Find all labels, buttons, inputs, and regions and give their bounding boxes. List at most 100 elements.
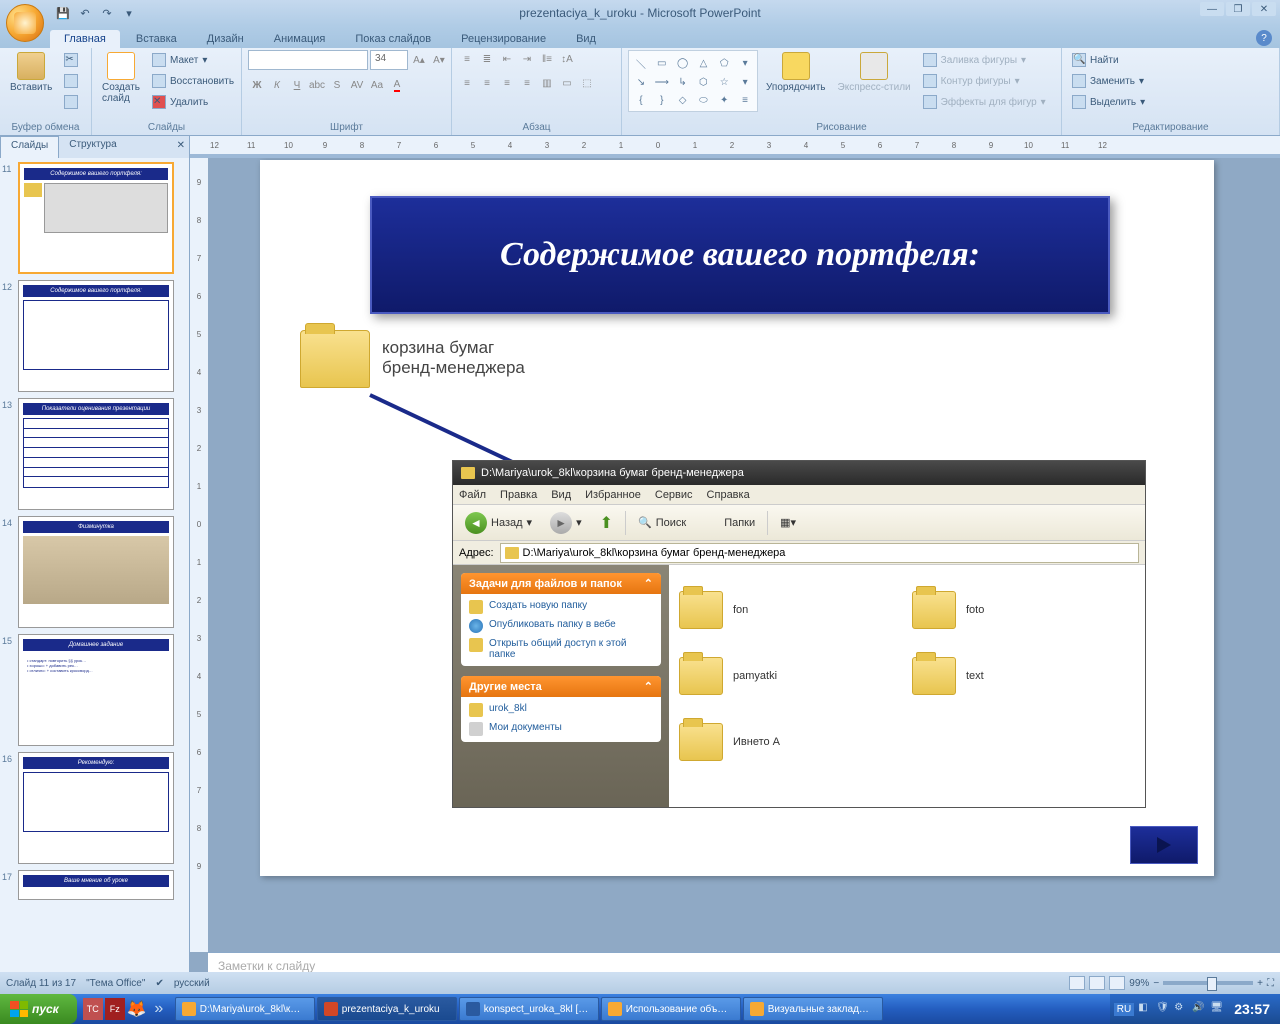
shapes-gallery[interactable]: ＼▭◯△⬠▾ ↘⟶↳⬡☆▾ {}◇⬭✦≡ [628, 50, 758, 112]
shadow-button[interactable]: S [328, 76, 346, 94]
tab-outline[interactable]: Структура [59, 136, 126, 158]
shrink-font-button[interactable]: A▾ [430, 51, 448, 69]
slide-thumbnail-13[interactable]: Показатели оценивания презентации [18, 398, 174, 510]
taskbar-item-powerpoint[interactable]: prezentaciya_k_uroku [317, 997, 457, 1021]
slide-thumbnail-11[interactable]: Содержимое вашего портфеля: [18, 162, 174, 274]
layout-button[interactable]: Макет ▾ [148, 50, 238, 70]
smartart-button[interactable]: ⬚ [578, 74, 596, 92]
slide-thumbnail-12[interactable]: Содержимое вашего портфеля: [18, 280, 174, 392]
underline-button[interactable]: Ч [288, 76, 306, 94]
zoom-out-button[interactable]: − [1153, 978, 1159, 989]
columns-button[interactable]: ▥ [538, 74, 556, 92]
tray-icon[interactable]: 🔊 [1192, 1002, 1206, 1016]
tab-view[interactable]: Вид [562, 30, 610, 48]
strike-button[interactable]: abc [308, 76, 326, 94]
slide-thumbnail-16[interactable]: Рекомендую: [18, 752, 174, 864]
align-right-button[interactable]: ≡ [498, 74, 516, 92]
copy-button[interactable] [60, 71, 82, 91]
clock[interactable]: 23:57 [1228, 1001, 1276, 1017]
tab-review[interactable]: Рецензирование [447, 30, 560, 48]
slide-thumbnail-15[interactable]: Домашнее задание • стандарт: повторить §… [18, 634, 174, 746]
undo-icon[interactable]: ↶ [76, 4, 94, 22]
bullets-button[interactable]: ≡ [458, 50, 476, 68]
zoom-level[interactable]: 99% [1129, 978, 1149, 989]
language-indicator[interactable]: русский [174, 978, 210, 989]
grow-font-button[interactable]: A▴ [410, 51, 428, 69]
tab-slideshow[interactable]: Показ слайдов [341, 30, 445, 48]
action-button-shape[interactable] [1130, 826, 1198, 864]
normal-view-button[interactable] [1069, 976, 1085, 990]
line-spacing-button[interactable]: ‖≡ [538, 50, 556, 68]
ql-firefox-icon[interactable]: 🦊 [127, 998, 147, 1020]
format-painter-button[interactable] [60, 92, 82, 112]
text-direction-button[interactable]: ↕A [558, 50, 576, 68]
tab-home[interactable]: Главная [50, 30, 120, 48]
bold-button[interactable]: Ж [248, 76, 266, 94]
numbering-button[interactable]: ≣ [478, 50, 496, 68]
align-text-button[interactable]: ▭ [558, 74, 576, 92]
help-icon[interactable]: ? [1256, 30, 1272, 46]
new-slide-button[interactable]: Создать слайд [98, 50, 144, 106]
tab-animation[interactable]: Анимация [260, 30, 340, 48]
font-color-button[interactable]: A [388, 76, 406, 94]
ql-filezilla-icon[interactable]: Fz [105, 998, 125, 1020]
panel-close-icon[interactable]: ✕ [177, 140, 185, 151]
slideshow-view-button[interactable] [1109, 976, 1125, 990]
shape-effects-button[interactable]: Эффекты для фигур ▾ [919, 92, 1050, 112]
close-button[interactable]: ✕ [1252, 2, 1276, 16]
zoom-in-button[interactable]: + [1257, 978, 1263, 989]
taskbar-item-explorer[interactable]: D:\Mariya\urok_8kl\к… [175, 997, 315, 1021]
office-button[interactable] [6, 4, 44, 42]
slide-title-shape[interactable]: Содержимое вашего портфеля: [370, 196, 1110, 314]
minimize-button[interactable]: — [1200, 2, 1224, 16]
slide-canvas[interactable]: Содержимое вашего портфеля: корзина бума… [208, 158, 1280, 952]
slide-thumbnail-17[interactable]: Ваше мнение об уроке [18, 870, 174, 900]
qat-dropdown-icon[interactable]: ▾ [120, 4, 138, 22]
align-center-button[interactable]: ≡ [478, 74, 496, 92]
replace-button[interactable]: Заменить ▾ [1068, 71, 1149, 91]
tab-design[interactable]: Дизайн [193, 30, 258, 48]
restore-button[interactable]: ❐ [1226, 2, 1250, 16]
tray-icon[interactable]: 🖥 [1210, 1002, 1224, 1016]
ql-expand-icon[interactable]: » [149, 998, 169, 1020]
indent-inc-button[interactable]: ⇥ [518, 50, 536, 68]
cut-button[interactable]: ✂ [60, 50, 82, 70]
paste-button[interactable]: Вставить [6, 50, 56, 95]
case-button[interactable]: Aa [368, 76, 386, 94]
select-button[interactable]: Выделить ▾ [1068, 92, 1149, 112]
sorter-view-button[interactable] [1089, 976, 1105, 990]
redo-icon[interactable]: ↷ [98, 4, 116, 22]
language-indicator[interactable]: RU [1114, 1003, 1134, 1016]
taskbar-item-word[interactable]: konspect_uroka_8kl [… [459, 997, 599, 1021]
shape-fill-button[interactable]: Заливка фигуры ▾ [919, 50, 1050, 70]
italic-button[interactable]: К [268, 76, 286, 94]
save-icon[interactable]: 💾 [54, 4, 72, 22]
font-family-select[interactable] [248, 50, 368, 70]
delete-button[interactable]: ✕Удалить [148, 92, 238, 112]
taskbar-item-firefox1[interactable]: Использование объ… [601, 997, 741, 1021]
explorer-window-image[interactable]: D:\Mariya\urok_8kl\корзина бумаг бренд-м… [452, 460, 1146, 808]
spellcheck-icon[interactable]: ✔ [155, 978, 163, 989]
taskbar-item-firefox2[interactable]: Визуальные заклад… [743, 997, 883, 1021]
tab-slides[interactable]: Слайды [0, 136, 59, 158]
tab-insert[interactable]: Вставка [122, 30, 191, 48]
indent-dec-button[interactable]: ⇤ [498, 50, 516, 68]
font-size-select[interactable]: 34 [370, 50, 408, 70]
slide-thumbnail-14[interactable]: Физминутка [18, 516, 174, 628]
justify-button[interactable]: ≡ [518, 74, 536, 92]
zoom-slider[interactable] [1163, 981, 1253, 985]
tray-icon[interactable]: 🛡 [1156, 1002, 1170, 1016]
tray-icon[interactable]: ⚙ [1174, 1002, 1188, 1016]
fit-button[interactable]: ⛶ [1267, 978, 1274, 989]
spacing-button[interactable]: AV [348, 76, 366, 94]
arrange-button[interactable]: Упорядочить [762, 50, 830, 95]
quick-styles-button[interactable]: Экспресс-стили [834, 50, 915, 95]
shape-outline-button[interactable]: Контур фигуры ▾ [919, 71, 1050, 91]
find-button[interactable]: 🔍Найти [1068, 50, 1149, 70]
tray-icon[interactable]: ◧ [1138, 1002, 1152, 1016]
ql-tc-icon[interactable]: TC [83, 998, 103, 1020]
folder-label[interactable]: корзина бумагбренд-менеджера [382, 338, 525, 379]
align-left-button[interactable]: ≡ [458, 74, 476, 92]
folder-icon[interactable] [300, 330, 370, 388]
start-button[interactable]: пуск [0, 994, 77, 1024]
